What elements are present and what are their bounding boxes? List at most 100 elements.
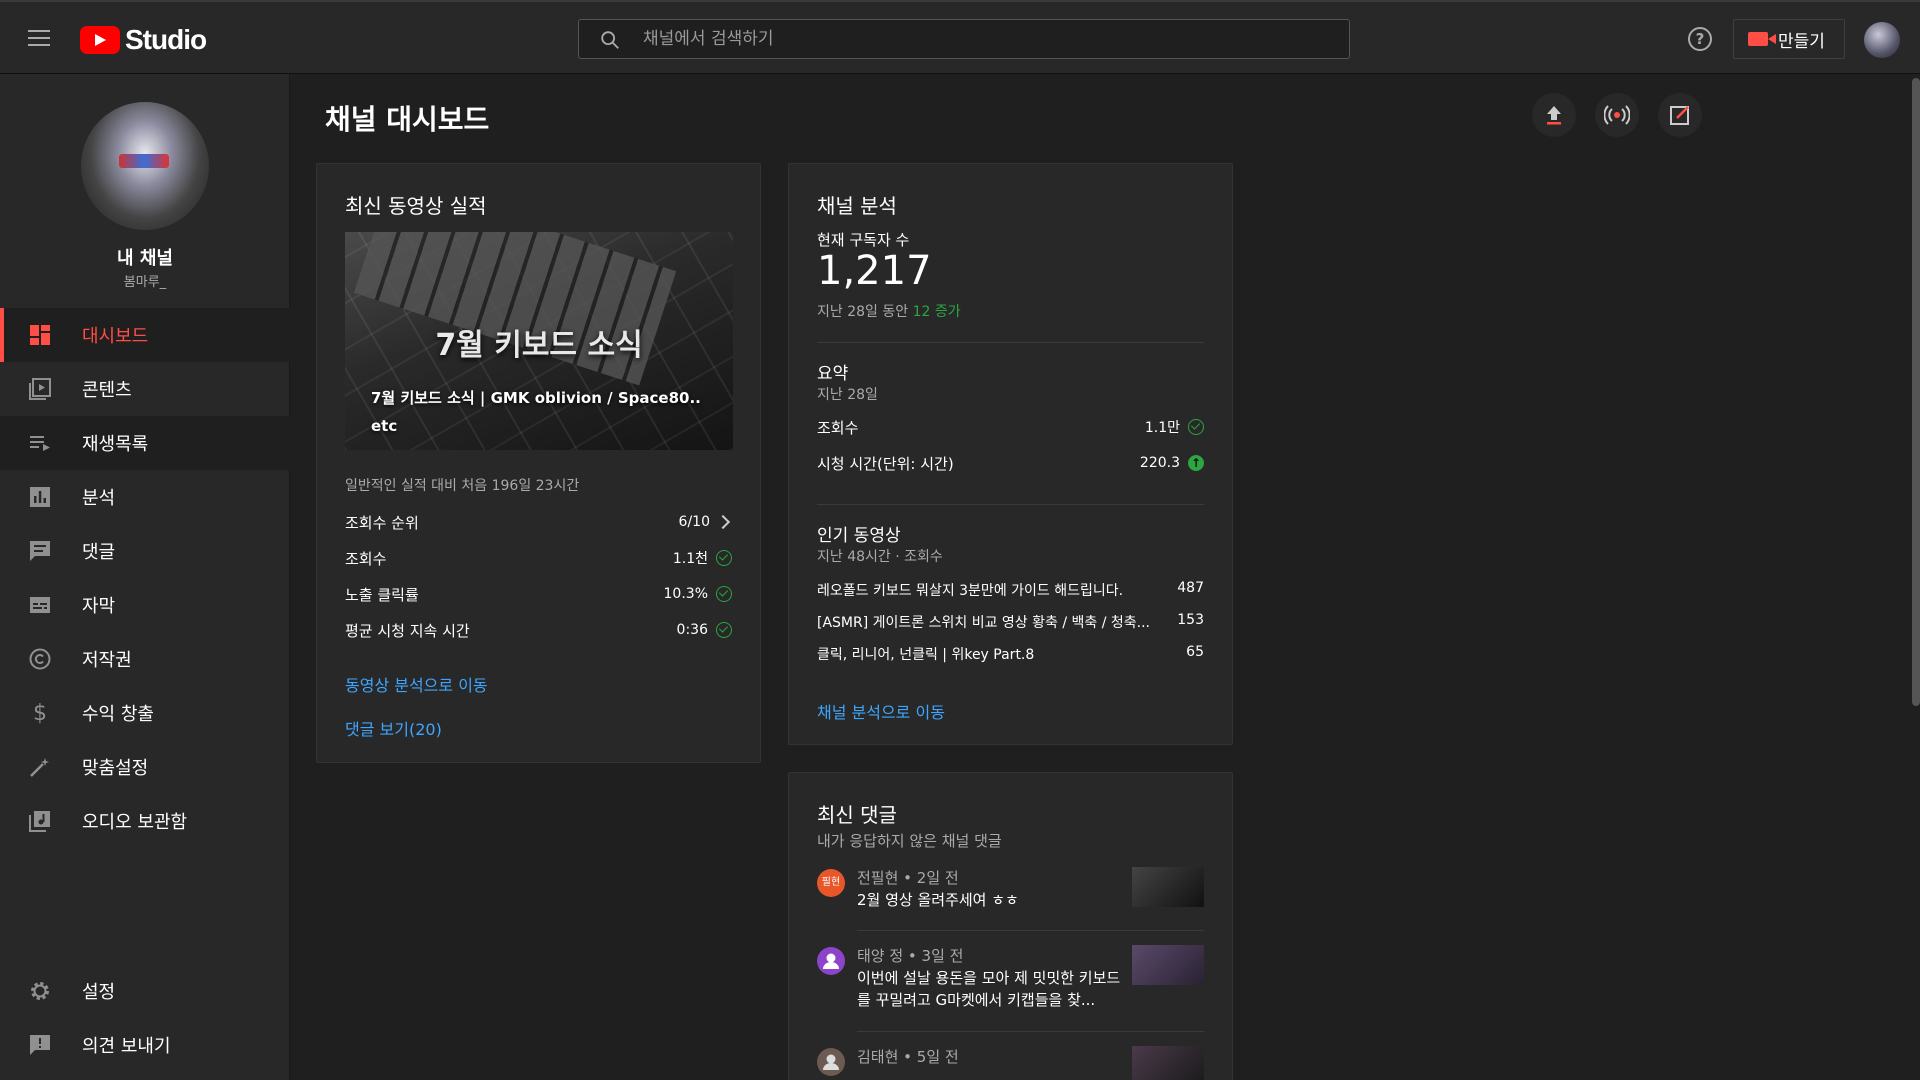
page-title: 채널 대시보드 (325, 103, 490, 136)
customization-icon (28, 755, 52, 779)
stat-value: 1.1천 (672, 551, 708, 567)
sidebar-item-dashboard[interactable]: 대시보드 (0, 308, 290, 362)
channel-analytics-card: 채널 분석 현재 구독자 수 1,217 지난 28일 동안 12 증가 요약 … (788, 163, 1233, 745)
account-avatar[interactable] (1864, 22, 1900, 58)
sidebar-item-copyright[interactable]: 저작권 (0, 632, 290, 686)
latest-video-thumbnail[interactable]: 7월 키보드 소식 7월 키보드 소식 | GMK oblivion / Spa… (345, 232, 733, 450)
comment-item[interactable]: 태양 정 • 3일 전 이번에 설날 용돈을 모아 제 밋밋한 키보드를 꾸밀려… (817, 945, 1204, 1025)
top-video-row[interactable]: [ASMR] 게이트론 스위치 비교 영상 황축 / 백축 / 청축... 15… (817, 612, 1204, 632)
check-icon (716, 550, 732, 566)
stat-label: 조회수 (345, 549, 387, 568)
subscribers-count: 1,217 (817, 248, 932, 294)
video-title: 7월 키보드 소식 | GMK oblivion / Space80.. etc (371, 389, 701, 435)
search-box[interactable] (578, 19, 1350, 59)
stat-label: 노출 클릭률 (345, 585, 419, 604)
divider (817, 342, 1204, 343)
sidebar-item-label: 콘텐츠 (82, 380, 132, 401)
top-videos-title: 인기 동영상 (817, 526, 901, 546)
channel-avatar[interactable] (81, 102, 209, 230)
comment-meta: 김태현 • 5일 전 (857, 1048, 959, 1066)
upload-button[interactable] (1532, 93, 1576, 137)
card-title: 최신 댓글 (817, 803, 897, 827)
sidebar-item-playlists[interactable]: 재생목록 (0, 416, 290, 470)
commenter-avatar[interactable]: 필현 (817, 869, 845, 897)
top-videos-period: 지난 48시간 · 조회수 (817, 549, 943, 565)
top-video-row[interactable]: 레오폴드 키보드 뭐살지 3분만에 가이드 해드립니다. 487 (817, 580, 1204, 600)
comments-icon (28, 539, 52, 563)
dashboard-icon (28, 323, 52, 347)
top-video-title: [ASMR] 게이트론 스위치 비교 영상 황축 / 백축 / 청축... (817, 615, 1150, 631)
person-icon (823, 953, 839, 969)
content-icon (28, 377, 52, 401)
edit-post-icon (1670, 106, 1689, 125)
search-icon (601, 31, 619, 49)
check-icon (716, 586, 732, 602)
go-live-button[interactable] (1595, 93, 1639, 137)
comment-video-thumbnail[interactable] (1132, 867, 1204, 907)
check-icon (1188, 419, 1204, 435)
stat-label: 평균 시청 지속 시간 (345, 621, 470, 640)
sidebar-item-comments[interactable]: 댓글 (0, 524, 290, 578)
top-bar: Studio ? 만들기 (0, 0, 1920, 74)
commenter-avatar[interactable] (817, 1048, 845, 1076)
divider (817, 504, 1204, 505)
divider (857, 930, 1204, 931)
summary-value: 220.3 (1139, 455, 1180, 471)
summary-label: 시청 시간(단위: 시간) (817, 454, 954, 473)
person-icon (823, 1054, 839, 1070)
summary-title: 요약 (817, 364, 849, 384)
feedback-icon (28, 1033, 52, 1057)
monetization-icon: $ (33, 700, 47, 726)
page-scrollbar[interactable] (1912, 78, 1920, 706)
search-input[interactable] (643, 20, 1333, 58)
top-video-row[interactable]: 클릭, 리니어, 넌클릭 | 위key Part.8 65 (817, 644, 1204, 664)
sidebar-item-audio-library[interactable]: 오디오 보관함 (0, 794, 290, 848)
menu-icon[interactable] (28, 30, 50, 48)
top-video-title: 레오폴드 키보드 뭐살지 3분만에 가이드 해드립니다. (817, 583, 1124, 599)
stat-label: 조회수 순위 (345, 513, 419, 532)
sidebar-item-monetization[interactable]: $ 수익 창출 (0, 686, 290, 740)
sidebar-item-settings[interactable]: 설정 (0, 964, 290, 1018)
video-analytics-link[interactable]: 동영상 분석으로 이동 (345, 672, 488, 696)
sidebar-item-subtitles[interactable]: 자막 (0, 578, 290, 632)
view-comments-link[interactable]: 댓글 보기(20) (345, 716, 442, 740)
help-icon[interactable]: ? (1688, 27, 1712, 51)
stat-value: 10.3% (663, 586, 708, 602)
create-post-button[interactable] (1658, 93, 1702, 137)
live-icon (1604, 105, 1630, 125)
copyright-icon (28, 647, 52, 671)
comment-meta: 전필현 • 2일 전 (857, 869, 959, 887)
sidebar-item-label: 의견 보내기 (82, 1036, 171, 1057)
top-video-views: 153 (1177, 612, 1204, 628)
comment-item[interactable]: 필현 전필현 • 2일 전 2월 영상 올려주세여 ㅎㅎ (817, 867, 1204, 927)
commenter-avatar[interactable] (817, 947, 845, 975)
comment-item[interactable]: 김태현 • 5일 전 (817, 1046, 1204, 1080)
subscribers-change-prefix: 지난 28일 동안 (817, 304, 909, 320)
sidebar-item-label: 오디오 보관함 (82, 812, 188, 833)
sidebar-bottom-nav: 설정 의견 보내기 (0, 964, 290, 1072)
stat-row-rank[interactable]: 조회수 순위 6/10 (345, 511, 732, 533)
sidebar-item-analytics[interactable]: 분석 (0, 470, 290, 524)
comment-video-thumbnail[interactable] (1132, 1046, 1204, 1080)
stat-row-views: 조회수 1.1천 (345, 547, 732, 569)
create-button[interactable]: 만들기 (1733, 19, 1845, 59)
sidebar: 내 채널 봄마루_ 대시보드 콘텐츠 재생목록 분석 댓글 자막 저작권 $ 수… (0, 74, 290, 1080)
chevron-right-icon (715, 514, 731, 530)
subscribers-label: 현재 구독자 수 (817, 231, 910, 249)
video-camera-icon (1748, 32, 1776, 46)
playlist-icon (28, 431, 52, 455)
sidebar-item-customization[interactable]: 맞춤설정 (0, 740, 290, 794)
summary-label: 조회수 (817, 418, 859, 437)
channel-analytics-link[interactable]: 채널 분석으로 이동 (817, 699, 945, 723)
sidebar-item-feedback[interactable]: 의견 보내기 (0, 1018, 290, 1072)
comment-text: 이번에 설날 용돈을 모아 제 밋밋한 키보드를 꾸밀려고 G마켓에서 키캡들을… (857, 969, 1121, 1009)
studio-logo[interactable]: Studio (80, 24, 207, 56)
summary-value: 1.1만 (1144, 420, 1180, 436)
sidebar-item-content[interactable]: 콘텐츠 (0, 362, 290, 416)
comment-video-thumbnail[interactable] (1132, 945, 1204, 985)
sidebar-item-label: 댓글 (82, 542, 116, 563)
settings-icon (28, 979, 52, 1003)
channel-name: 내 채널 (117, 248, 173, 269)
summary-row-watch-time: 시청 시간(단위: 시간) 220.3 ↑ (817, 452, 1204, 474)
summary-period: 지난 28일 (817, 387, 878, 403)
